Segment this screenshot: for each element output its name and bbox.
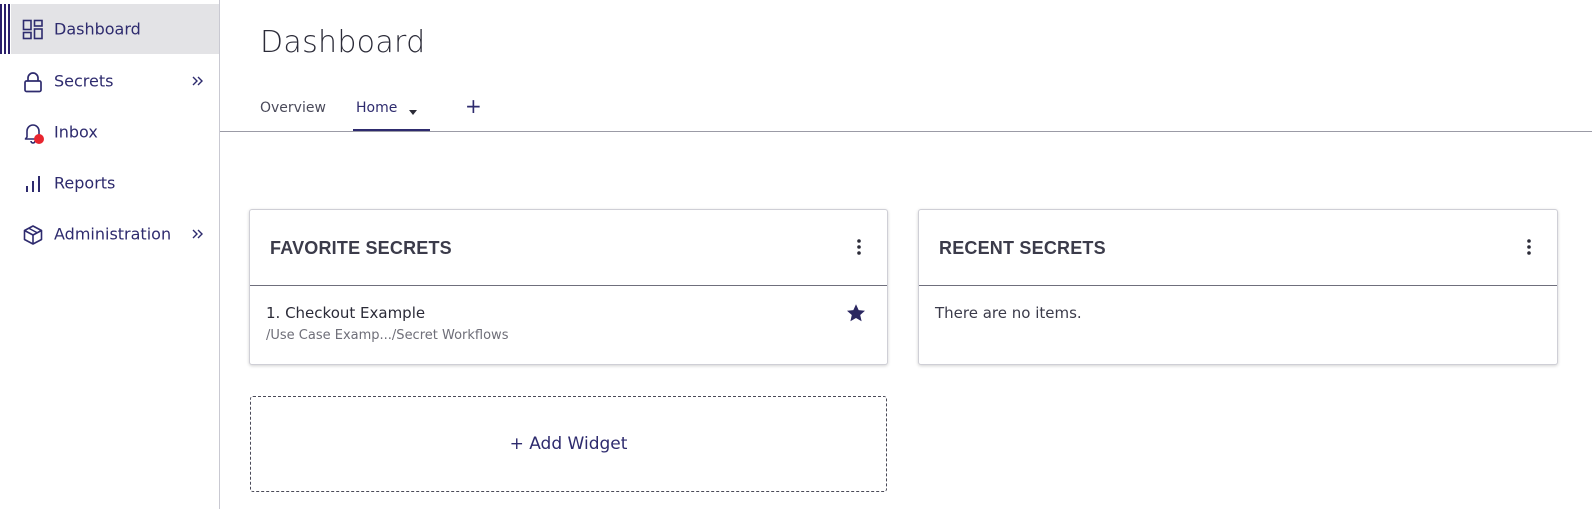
- bar-chart-icon: [26, 176, 40, 192]
- caret-down-icon[interactable]: [409, 110, 417, 116]
- add-tab-button[interactable]: +: [465, 96, 482, 116]
- tab-bar: Overview Home +: [220, 92, 1592, 132]
- notification-dot: [34, 134, 44, 144]
- more-options-icon[interactable]: [1525, 238, 1533, 256]
- widget-title: RECENT SECRETS: [939, 238, 1106, 258]
- double-chevron-right-icon[interactable]: [191, 228, 205, 240]
- sidebar-item-label: Secrets: [54, 71, 114, 91]
- widget-header: RECENT SECRETS: [919, 210, 1557, 286]
- sidebar-item-inbox[interactable]: Inbox: [0, 107, 219, 157]
- favorite-secrets-widget: FAVORITE SECRETS 1. Checkout Example /Us…: [249, 209, 888, 365]
- star-icon[interactable]: [845, 302, 867, 324]
- add-widget-label: + Add Widget: [509, 434, 628, 454]
- app-root: Dashboard Secrets Inbox Reports Administ…: [0, 0, 1592, 509]
- tab-overview[interactable]: Overview: [260, 100, 326, 116]
- more-options-icon[interactable]: [855, 238, 863, 256]
- sidebar-item-label: Administration: [54, 224, 172, 244]
- dashboard-icon: [22, 19, 43, 40]
- box-icon: [23, 225, 43, 245]
- sidebar-item-secrets[interactable]: Secrets: [0, 56, 219, 106]
- double-chevron-right-icon[interactable]: [191, 75, 205, 87]
- sidebar-item-administration[interactable]: Administration: [0, 209, 219, 259]
- empty-state-text: There are no items.: [935, 304, 1082, 322]
- page-title: Dashboard: [260, 25, 426, 60]
- secret-item-title[interactable]: 1. Checkout Example: [266, 304, 425, 322]
- active-tab-underline: [353, 129, 430, 131]
- lock-icon: [24, 72, 42, 93]
- sidebar-item-reports[interactable]: Reports: [0, 158, 219, 208]
- tab-home[interactable]: Home: [356, 100, 397, 116]
- add-widget-button[interactable]: + Add Widget: [250, 396, 887, 492]
- sidebar-item-label: Dashboard: [54, 19, 141, 39]
- secret-item-path: /Use Case Examp.../Secret Workflows: [266, 328, 509, 343]
- widget-header: FAVORITE SECRETS: [250, 210, 887, 286]
- sidebar-item-label: Reports: [54, 173, 116, 193]
- sidebar-item-label: Inbox: [54, 122, 98, 142]
- recent-secrets-widget: RECENT SECRETS There are no items.: [918, 209, 1558, 365]
- active-indicator: [0, 4, 11, 54]
- sidebar: Dashboard Secrets Inbox Reports Administ…: [0, 0, 220, 509]
- sidebar-item-dashboard[interactable]: Dashboard: [0, 4, 219, 54]
- widget-title: FAVORITE SECRETS: [270, 238, 452, 258]
